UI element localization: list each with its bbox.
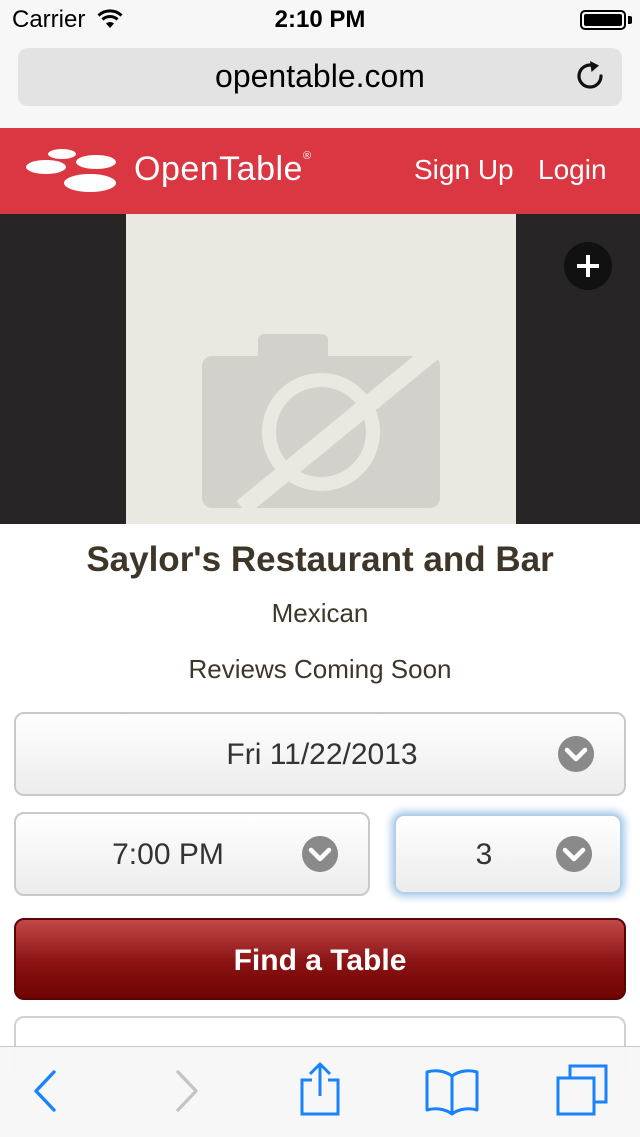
- add-photo-button[interactable]: [564, 242, 612, 290]
- restaurant-name: Saylor's Restaurant and Bar: [86, 540, 554, 579]
- opentable-logo-icon[interactable]: [26, 146, 122, 196]
- date-select[interactable]: Fri 11/22/2013: [14, 712, 626, 796]
- party-size-value: 3: [475, 838, 493, 871]
- chevron-down-icon: [302, 836, 338, 872]
- login-link[interactable]: Login: [538, 154, 607, 186]
- date-value: Fri 11/22/2013: [226, 738, 418, 771]
- brand-name[interactable]: OpenTable®: [134, 150, 312, 189]
- forward-icon[interactable]: [172, 1068, 202, 1114]
- registered-mark: ®: [302, 150, 312, 162]
- share-icon[interactable]: [298, 1060, 342, 1118]
- time-select[interactable]: 7:00 PM: [14, 812, 370, 896]
- sign-up-link[interactable]: Sign Up: [414, 154, 514, 186]
- find-table-label: Find a Table: [233, 944, 407, 977]
- chevron-down-icon: [558, 736, 594, 772]
- back-icon[interactable]: [30, 1068, 60, 1114]
- url-text[interactable]: opentable.com: [0, 58, 640, 95]
- cuisine-label: Mexican: [271, 598, 369, 628]
- reviews-label: Reviews Coming Soon: [188, 654, 452, 684]
- battery-icon: [580, 10, 626, 30]
- status-time: 2:10 PM: [274, 6, 366, 33]
- battery-cap: [628, 16, 632, 24]
- bookmarks-icon[interactable]: [424, 1066, 480, 1116]
- time-value: 7:00 PM: [112, 838, 224, 871]
- tabs-icon[interactable]: [556, 1064, 608, 1116]
- find-table-button[interactable]: Find a Table: [14, 918, 626, 1000]
- reload-icon[interactable]: [574, 60, 608, 94]
- no-photo-icon: [202, 334, 444, 512]
- chevron-down-icon: [556, 836, 592, 872]
- party-size-select[interactable]: 3: [394, 814, 622, 894]
